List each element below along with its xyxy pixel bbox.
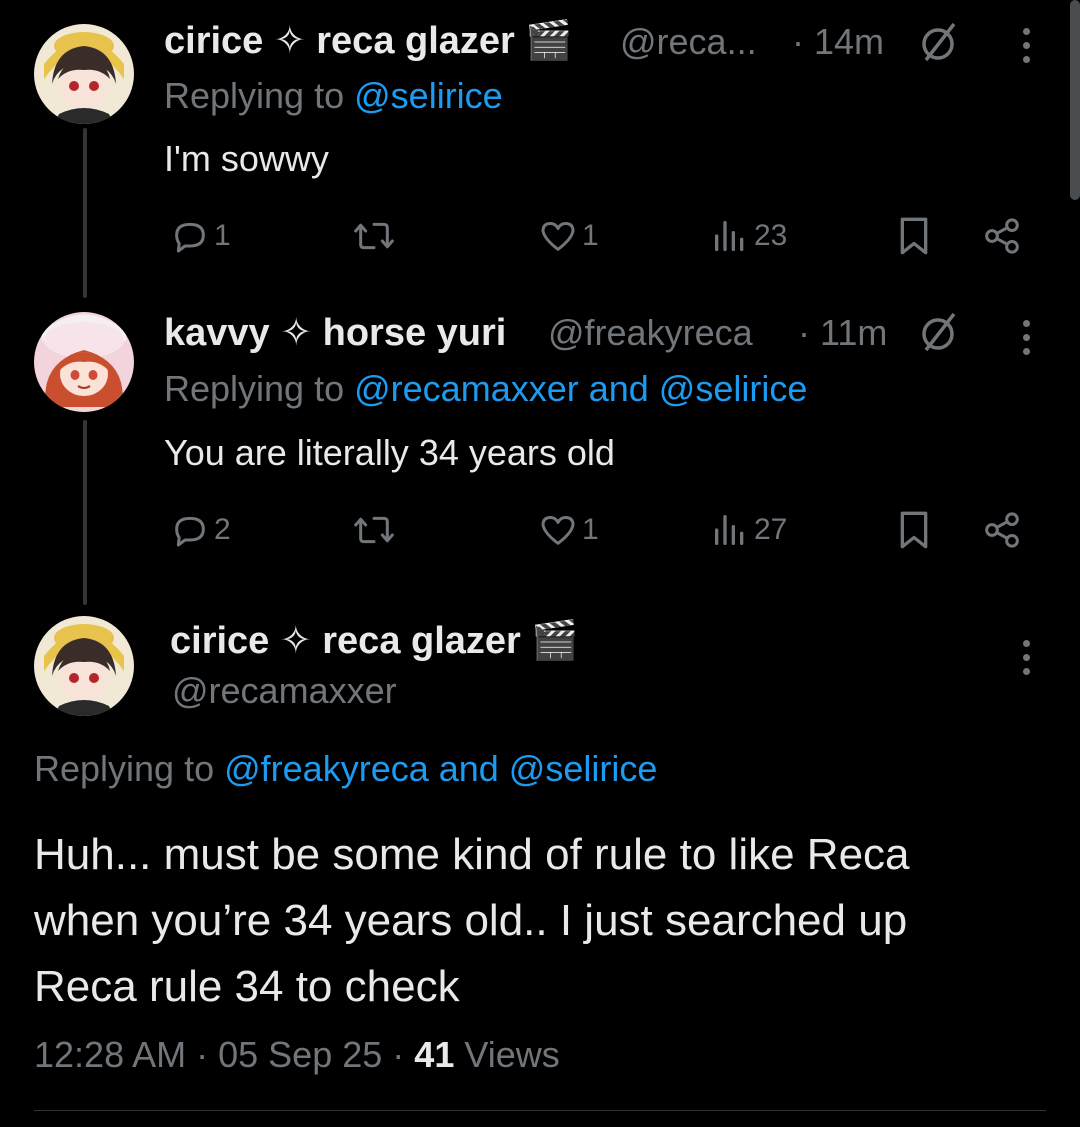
replying-to: Replying to @selirice — [164, 75, 503, 117]
share-icon — [985, 512, 1019, 548]
author-handle[interactable]: @freakyreca — [548, 312, 753, 354]
tweet-text-line: Reca rule 34 to check — [34, 962, 460, 1011]
bookmark-icon — [900, 217, 928, 255]
scrollbar[interactable] — [1070, 0, 1080, 200]
like-count: 1 — [582, 513, 599, 546]
view-count: 27 — [754, 513, 788, 546]
bookmark-button[interactable] — [894, 214, 934, 258]
replying-prefix: Replying to — [34, 748, 215, 789]
reply-count: 1 — [214, 219, 231, 252]
clapperboard-emoji: 🎬 — [531, 620, 579, 662]
views-icon — [715, 221, 744, 251]
reply-icon — [175, 222, 205, 253]
author-name[interactable]: cirice ✧ reca glazer — [164, 20, 515, 62]
grok-icon[interactable] — [916, 20, 960, 69]
views-button[interactable]: 23 — [710, 216, 787, 256]
author-handle[interactable]: @reca... — [620, 21, 757, 63]
reply-button[interactable]: 2 — [170, 510, 231, 550]
reply-count: 2 — [214, 513, 231, 546]
views-button[interactable]: 27 — [710, 510, 787, 550]
thread-line — [83, 128, 87, 298]
bookmark-button[interactable] — [894, 508, 934, 552]
clapperboard-emoji: 🎬 — [525, 20, 573, 62]
reply-button[interactable]: 1 — [170, 216, 231, 256]
post-date[interactable]: 05 Sep 25 — [218, 1034, 382, 1075]
retweet-button[interactable] — [352, 510, 396, 550]
reply-icon — [175, 516, 205, 547]
tweet-meta: 12:28 AM · 05 Sep 25 · 41 Views — [34, 1034, 560, 1076]
separator-dot: · — [392, 1034, 415, 1075]
views-label: Views — [464, 1034, 560, 1075]
more-options-icon[interactable] — [1020, 640, 1032, 675]
tweet-text: Huh... must be some kind of rule to like… — [34, 822, 910, 1020]
author-name[interactable]: cirice ✧ reca glazer — [170, 620, 521, 662]
timestamp[interactable]: · 14m — [792, 21, 884, 63]
like-button[interactable]: 1 — [538, 216, 599, 256]
more-options-icon[interactable] — [1020, 320, 1032, 355]
replying-prefix: Replying to — [164, 368, 345, 409]
replying-to: Replying to @freakyreca and @selirice — [34, 748, 657, 790]
views-count: 41 — [414, 1034, 455, 1075]
tweet-text: I'm sowwy — [164, 138, 329, 179]
avatar[interactable] — [34, 616, 134, 716]
author-handle[interactable]: @recamaxxer — [172, 670, 397, 712]
retweet-button[interactable] — [352, 216, 396, 256]
retweet-icon — [354, 222, 394, 250]
share-button[interactable] — [982, 510, 1022, 550]
author-name[interactable]: kavvy ✧ horse yuri — [164, 310, 506, 355]
tweet-text-line: Huh... must be some kind of rule to like… — [34, 830, 910, 879]
thread-line — [83, 420, 87, 605]
tweet-text: You are literally 34 years old — [164, 432, 615, 473]
views-icon — [715, 515, 744, 545]
tweet-text-line: when you’re 34 years old.. I just search… — [34, 896, 908, 945]
replying-prefix: Replying to — [164, 75, 345, 116]
more-options-icon[interactable] — [1020, 28, 1032, 63]
grok-icon[interactable] — [916, 310, 960, 359]
avatar[interactable] — [34, 24, 134, 124]
separator-dot: · — [196, 1034, 219, 1075]
like-button[interactable]: 1 — [538, 510, 599, 550]
avatar[interactable] — [34, 312, 134, 412]
view-count: 23 — [754, 219, 788, 252]
heart-icon — [541, 516, 575, 545]
divider — [34, 1110, 1046, 1111]
mention-links[interactable]: @freakyreca and @selirice — [224, 748, 657, 789]
timestamp[interactable]: · 11m — [798, 312, 887, 354]
retweet-icon — [354, 516, 394, 544]
share-button[interactable] — [982, 216, 1022, 256]
mention-links[interactable]: @selirice — [354, 75, 503, 116]
like-count: 1 — [582, 219, 599, 252]
share-icon — [985, 218, 1019, 254]
replying-to: Replying to @recamaxxer and @selirice — [164, 368, 807, 410]
mention-links[interactable]: @recamaxxer and @selirice — [354, 368, 807, 409]
post-time[interactable]: 12:28 AM — [34, 1034, 186, 1075]
heart-icon — [541, 222, 575, 251]
bookmark-icon — [900, 511, 928, 549]
